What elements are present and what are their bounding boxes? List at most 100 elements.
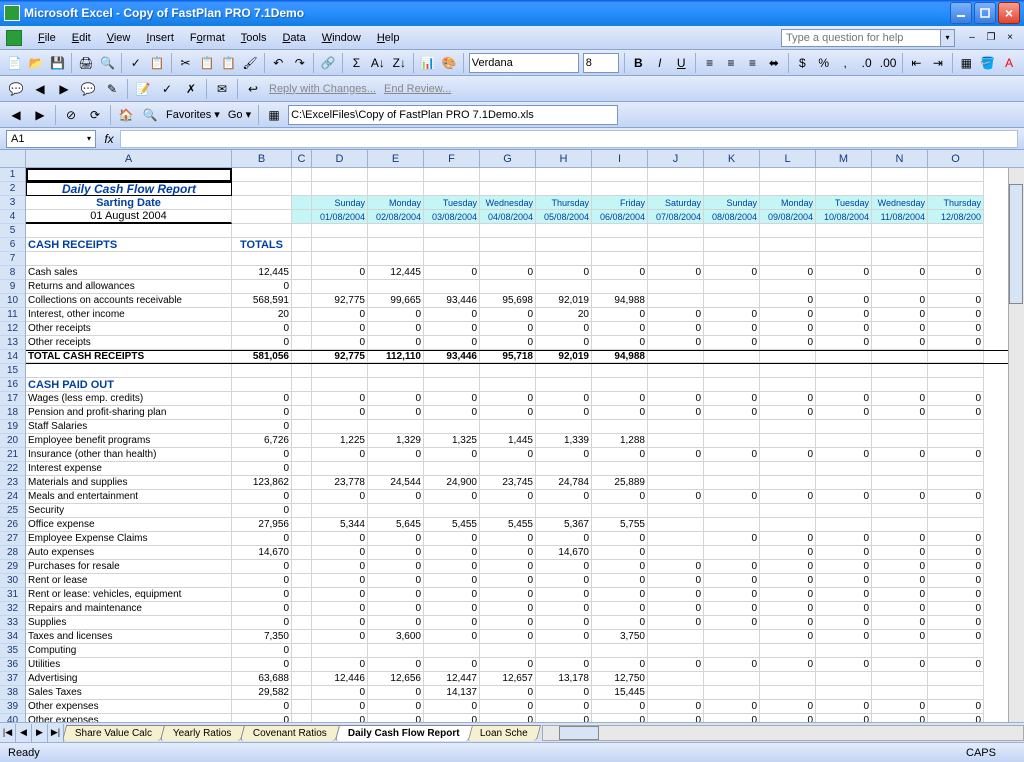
cell[interactable]: 0 (704, 532, 760, 546)
cell[interactable] (592, 224, 648, 238)
cell[interactable] (424, 252, 480, 266)
cell[interactable] (292, 378, 312, 392)
cell[interactable]: 0 (872, 532, 928, 546)
cell[interactable]: 0 (424, 602, 480, 616)
cut-button[interactable]: ✂ (176, 52, 195, 74)
cell[interactable] (368, 378, 424, 392)
cell[interactable]: 5,645 (368, 518, 424, 532)
row-header-12[interactable]: 12 (0, 322, 25, 336)
cell[interactable]: 1,445 (480, 434, 536, 448)
align-left-button[interactable]: ≡ (700, 52, 719, 74)
row-header-19[interactable]: 19 (0, 420, 25, 434)
cell[interactable]: 0 (536, 532, 592, 546)
accept-change-button[interactable]: ✓ (156, 78, 178, 100)
cell[interactable]: 0 (424, 448, 480, 462)
font-size-combo[interactable] (583, 53, 619, 73)
cell[interactable] (292, 490, 312, 504)
cell[interactable]: 0 (592, 490, 648, 504)
horizontal-scrollbar[interactable] (542, 725, 1024, 741)
row-header-4[interactable]: 4 (0, 210, 25, 224)
cell[interactable]: 0 (592, 322, 648, 336)
column-header-i[interactable]: I (592, 150, 648, 167)
cell[interactable] (704, 644, 760, 658)
cell[interactable]: TOTALS (232, 238, 292, 252)
cell[interactable] (872, 252, 928, 266)
save-button[interactable]: 💾 (48, 52, 67, 74)
cell[interactable]: 12,445 (232, 266, 292, 280)
cell[interactable] (648, 238, 704, 252)
increase-decimal-button[interactable]: .0 (857, 52, 876, 74)
cell[interactable]: 0 (592, 546, 648, 560)
cell[interactable]: 0 (312, 602, 368, 616)
home-button[interactable]: 🏠 (115, 104, 137, 126)
cell[interactable] (592, 462, 648, 476)
cell[interactable] (292, 252, 312, 266)
cell[interactable] (816, 504, 872, 518)
cell[interactable]: 0 (760, 714, 816, 722)
cell[interactable] (760, 644, 816, 658)
cell[interactable]: Returns and allowances (26, 280, 232, 294)
font-combo[interactable] (469, 53, 579, 73)
cell[interactable]: 0 (928, 616, 984, 630)
cell[interactable] (536, 168, 592, 182)
cell[interactable]: 0 (760, 448, 816, 462)
cell[interactable] (368, 280, 424, 294)
cell[interactable]: CASH RECEIPTS (26, 238, 232, 252)
cell[interactable]: 23,745 (480, 476, 536, 490)
name-box[interactable]: A1▾ (6, 130, 96, 148)
cell[interactable]: 0 (928, 700, 984, 714)
cell[interactable] (232, 168, 292, 182)
cell[interactable] (592, 378, 648, 392)
cell[interactable]: Sarting Date (26, 196, 232, 210)
cell[interactable]: 24,544 (368, 476, 424, 490)
cell[interactable] (872, 364, 928, 378)
cell[interactable]: 0 (368, 546, 424, 560)
cell[interactable]: 0 (928, 392, 984, 406)
cell[interactable]: 0 (480, 546, 536, 560)
cell[interactable] (480, 644, 536, 658)
sort-asc-button[interactable]: A↓ (368, 52, 387, 74)
cell[interactable]: 0 (480, 532, 536, 546)
cell[interactable]: 05/08/2004 (536, 210, 592, 224)
cell[interactable] (648, 224, 704, 238)
cell[interactable]: 0 (424, 616, 480, 630)
cell[interactable]: 0 (536, 336, 592, 350)
cell[interactable] (368, 168, 424, 182)
cell[interactable]: 5,755 (592, 518, 648, 532)
row-header-27[interactable]: 27 (0, 532, 25, 546)
cell[interactable] (816, 364, 872, 378)
cell[interactable] (704, 294, 760, 308)
cell[interactable]: 0 (648, 700, 704, 714)
cell[interactable]: 10/08/2004 (816, 210, 872, 224)
cell[interactable] (232, 210, 292, 224)
cell[interactable]: 0 (424, 658, 480, 672)
cell[interactable]: 0 (928, 588, 984, 602)
cell[interactable]: 0 (816, 308, 872, 322)
cell[interactable] (312, 644, 368, 658)
cell[interactable] (368, 462, 424, 476)
cell[interactable] (592, 182, 648, 196)
cell[interactable]: 0 (424, 266, 480, 280)
cell[interactable]: Supplies (26, 616, 232, 630)
cell[interactable]: 24,900 (424, 476, 480, 490)
cell[interactable]: 0 (232, 448, 292, 462)
cell[interactable]: 0 (424, 714, 480, 722)
cell[interactable]: Interest expense (26, 462, 232, 476)
cell[interactable]: 0 (592, 532, 648, 546)
tab-prev-button[interactable]: ◀ (16, 724, 32, 742)
cell[interactable]: 99,665 (368, 294, 424, 308)
underline-button[interactable]: U (672, 52, 691, 74)
cell[interactable]: 0 (648, 448, 704, 462)
menu-tools[interactable]: Tools (233, 29, 275, 47)
cell[interactable] (760, 420, 816, 434)
cell[interactable] (816, 351, 872, 363)
cell[interactable]: 94,988 (592, 294, 648, 308)
cell[interactable]: 0 (232, 714, 292, 722)
comma-button[interactable]: , (835, 52, 854, 74)
row-header-23[interactable]: 23 (0, 476, 25, 490)
cell[interactable]: 0 (760, 546, 816, 560)
cell[interactable]: 0 (312, 574, 368, 588)
column-header-j[interactable]: J (648, 150, 704, 167)
row-header-9[interactable]: 9 (0, 280, 25, 294)
cell[interactable] (312, 252, 368, 266)
